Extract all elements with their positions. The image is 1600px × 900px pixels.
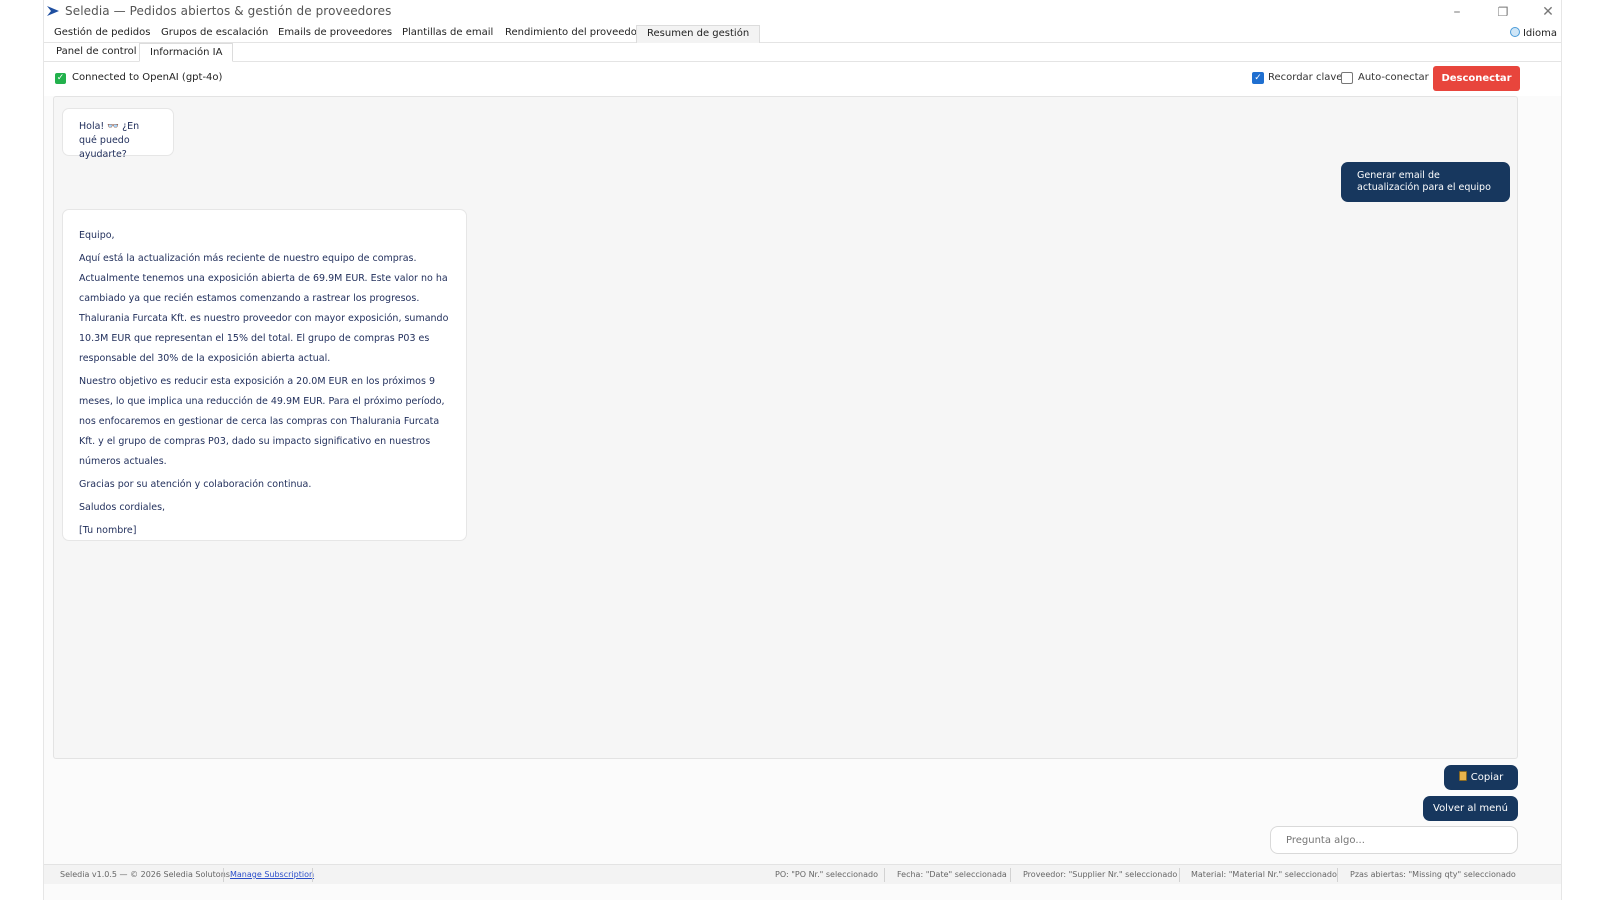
connection-status: Connected to OpenAI (gpt-4o)	[72, 72, 223, 83]
close-icon[interactable]: ✕	[1533, 2, 1563, 22]
tab-informacion-ia[interactable]: Información IA	[139, 43, 234, 62]
email-paragraph: Saludos cordiales,	[79, 502, 166, 513]
language-label: Idioma	[1522, 28, 1557, 39]
copy-button[interactable]: Copiar	[1444, 765, 1518, 790]
status-date: Fecha: "Date" seleccionada	[897, 870, 1007, 879]
email-paragraph: Aquí está la actualización más reciente …	[79, 253, 449, 364]
tab-plantillas-email[interactable]: Plantillas de email	[392, 25, 503, 43]
status-po: PO: "PO Nr." seleccionado	[775, 870, 878, 879]
chat-panel[interactable]: Hola! 👓 ¿En qué puedo ayudarte? Generar …	[53, 96, 1518, 759]
divider	[312, 868, 313, 882]
email-paragraph: Gracias por su atención y colaboración c…	[79, 479, 312, 490]
app-window: Seledia — Pedidos abiertos & gestión de …	[43, 0, 1562, 900]
email-paragraph: [Tu nombre]	[79, 525, 137, 536]
ask-input[interactable]	[1270, 826, 1518, 854]
tab-rendimiento-proveedor[interactable]: Rendimiento del proveedor	[495, 25, 651, 43]
app-logo-icon	[47, 6, 59, 16]
maximize-icon[interactable]: ❐	[1488, 2, 1518, 22]
main-tab-bar: Gestión de pedidos Grupos de escalación …	[44, 24, 1561, 43]
auto-connect-label: Auto-conectar	[1358, 72, 1429, 83]
tab-gestion-pedidos[interactable]: Gestión de pedidos	[44, 25, 160, 43]
user-message-bubble: Generar email de actualización para el e…	[1341, 162, 1510, 202]
status-supplier: Proveedor: "Supplier Nr." seleccionado	[1023, 870, 1178, 879]
divider	[1010, 868, 1011, 882]
tab-emails-proveedores[interactable]: Emails de proveedores	[268, 25, 402, 43]
tab-resumen-gestion[interactable]: Resumen de gestión	[636, 25, 761, 43]
back-to-menu-button[interactable]: Volver al menú	[1423, 796, 1518, 821]
status-material: Material: "Material Nr." seleccionado	[1191, 870, 1337, 879]
email-paragraph: Nuestro objetivo es reducir esta exposic…	[79, 376, 445, 467]
status-open-qty: Pzas abiertas: "Missing qty" seleccionad…	[1350, 870, 1516, 879]
version-text: Seledia v1.0.5 — © 2026 Seledia Solutons	[60, 870, 230, 879]
disconnect-button[interactable]: Desconectar	[1433, 66, 1520, 91]
divider	[1179, 868, 1180, 882]
tab-panel-control[interactable]: Panel de control	[46, 43, 147, 62]
assistant-greeting-bubble: Hola! 👓 ¿En qué puedo ayudarte?	[62, 108, 174, 160]
connection-bar: ✓ Connected to OpenAI (gpt-4o) ✓ Recorda…	[44, 62, 1561, 96]
title-bar: Seledia — Pedidos abiertos & gestión de …	[44, 0, 1561, 24]
sub-tab-bar: Panel de control Información IA	[44, 43, 1561, 62]
remember-key-label: Recordar clave	[1268, 72, 1343, 83]
divider	[223, 868, 224, 882]
remember-key-checkbox[interactable]: ✓	[1252, 72, 1264, 84]
language-selector[interactable]: Idioma	[1509, 27, 1557, 39]
window-title: Seledia — Pedidos abiertos & gestión de …	[65, 4, 392, 18]
manage-subscription-link[interactable]: Manage Subscription	[230, 870, 314, 879]
copy-label: Copiar	[1470, 772, 1504, 783]
globe-icon	[1509, 27, 1520, 37]
divider	[1337, 868, 1338, 882]
tab-grupos-escalacion[interactable]: Grupos de escalación	[151, 25, 278, 43]
connected-check-icon: ✓	[55, 73, 66, 84]
email-paragraph: Equipo,	[79, 230, 115, 241]
auto-connect-checkbox[interactable]	[1341, 72, 1353, 84]
clipboard-icon	[1458, 771, 1467, 781]
minimize-icon[interactable]: –	[1442, 2, 1472, 22]
status-bar: Seledia v1.0.5 — © 2026 Seledia Solutons…	[44, 864, 1561, 884]
divider	[884, 868, 885, 882]
assistant-email-bubble: Equipo, Aquí está la actualización más r…	[62, 209, 467, 541]
